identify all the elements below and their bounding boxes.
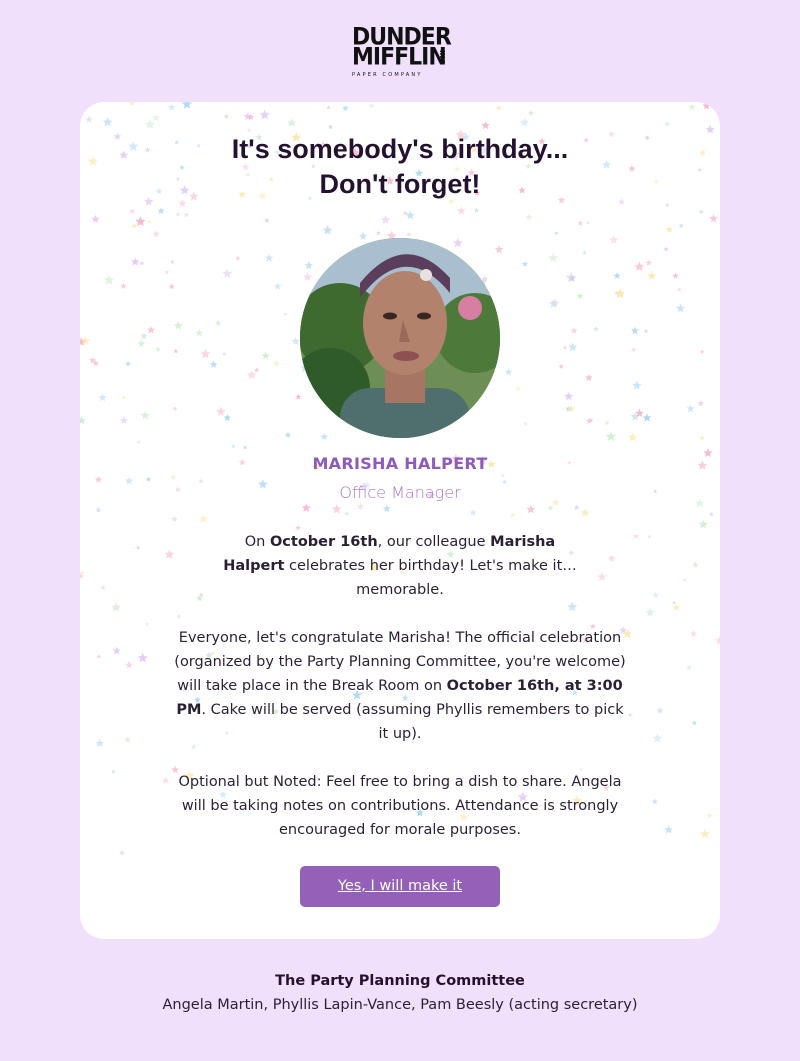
logo-tagline: PAPER COMPANY — [352, 72, 423, 78]
headline: It's somebody's birthday... Don't forget… — [140, 132, 660, 202]
message-paragraph-1: On October 16th, our colleague Marisha H… — [220, 530, 580, 602]
message-text: On — [244, 534, 270, 550]
message-text: celebrates her birthday! Let's make it… … — [284, 558, 577, 598]
logo-line-2: MIFFLIN — [352, 43, 447, 71]
person-name: MARISHA HALPERT — [312, 454, 488, 473]
message-paragraph-3: Optional but Noted: Feel free to bring a… — [178, 774, 622, 838]
logo-inc: INC — [438, 50, 446, 64]
message-text: , our colleague — [377, 534, 491, 550]
birthday-card: It's somebody's birthday... Don't forget… — [80, 102, 720, 939]
dunder-mifflin-logo: DUNDER MIFFLIN INC PAPER COMPANY — [352, 26, 452, 82]
headline-line-1: It's somebody's birthday... — [231, 134, 569, 164]
rsvp-button[interactable]: Yes, I will make it — [300, 866, 500, 907]
footer-title: The Party Planning Committee — [275, 973, 525, 989]
email-page: DUNDER MIFFLIN INC PAPER COMPANY It's so… — [0, 0, 800, 1061]
footer-names: Angela Martin, Phyllis Lapin-Vance, Pam … — [162, 997, 638, 1013]
headline-line-2: Don't forget! — [319, 169, 481, 199]
person-role: Office Manager — [339, 483, 461, 502]
avatar — [300, 238, 500, 438]
message-paragraph-2: Everyone, let's congratulate Marisha! Th… — [170, 626, 630, 746]
message-text: . Cake will be served (assuming Phyllis … — [201, 702, 624, 742]
message-date: October 16th — [269, 534, 378, 550]
person-photo-icon — [300, 238, 500, 438]
